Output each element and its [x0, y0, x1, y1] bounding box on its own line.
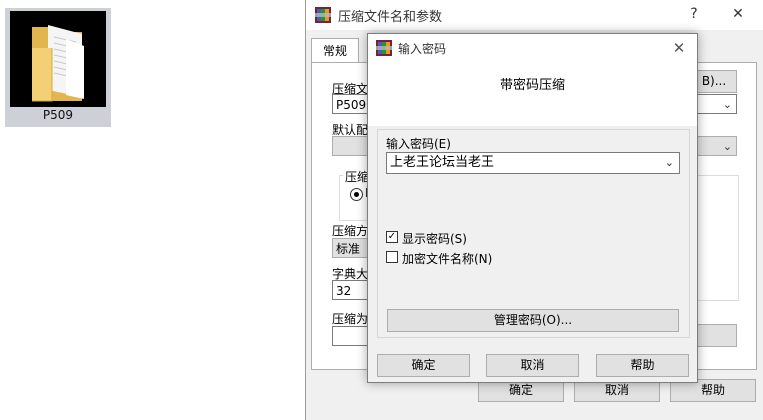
show-password-label: 显示密码(S) [402, 232, 467, 246]
split-volumes-label: 压缩为 [332, 312, 369, 326]
chevron-down-icon: ⌄ [722, 140, 732, 153]
tab-general[interactable]: 常规 [311, 38, 359, 63]
main-close-button[interactable]: ✕ [725, 3, 751, 25]
password-titlebar: 输入密码 ✕ [368, 34, 697, 62]
compression-method-dropdown[interactable]: 标准 [332, 238, 368, 258]
desktop-folder-item[interactable]: P509 [5, 8, 111, 127]
encrypt-names-checkbox[interactable] [386, 251, 398, 263]
chevron-down-icon[interactable]: ⌄ [665, 153, 674, 173]
split-volumes-input[interactable] [332, 326, 368, 346]
enter-password-dialog: 输入密码 ✕ 带密码压缩 输入密码(E) 上老王论坛当老王 ⌄ ✓ 显示密码(S… [367, 33, 698, 383]
password-dialog-title: 输入密码 [398, 42, 447, 56]
password-help-button[interactable]: 帮助 [596, 354, 689, 377]
file-name-label: P509 [42, 108, 74, 122]
folder-icon [32, 25, 84, 102]
password-header-panel: 带密码压缩 [368, 62, 697, 126]
chevron-down-icon: ⌄ [722, 98, 732, 111]
password-value: 上老王论坛当老王 [390, 155, 495, 170]
dictionary-size-dropdown[interactable]: 32 [332, 280, 368, 300]
encrypt-names-label: 加密文件名称(N) [402, 252, 493, 266]
help-titlebar-button[interactable]: ? [681, 3, 707, 25]
options-group-right [691, 175, 739, 301]
folder-thumbnail [10, 11, 106, 107]
winrar-icon [376, 40, 392, 56]
compression-method-label: 压缩方 [332, 224, 369, 238]
password-close-button[interactable]: ✕ [667, 37, 691, 59]
profile-dropdown[interactable] [332, 136, 368, 156]
format-radio-rar[interactable] [350, 188, 363, 201]
show-password-checkbox[interactable]: ✓ [386, 231, 398, 243]
password-heading: 带密码压缩 [499, 78, 565, 93]
password-ok-button[interactable]: 确定 [377, 354, 470, 377]
main-titlebar: 压缩文件名和参数 ? ✕ [306, 0, 763, 30]
winrar-icon [315, 7, 331, 23]
enter-password-label: 输入密码(E) [386, 137, 451, 151]
main-dialog-title: 压缩文件名和参数 [338, 10, 443, 25]
manage-passwords-button[interactable]: 管理密码(O)... [387, 309, 679, 332]
password-cancel-button[interactable]: 取消 [486, 354, 579, 377]
password-input[interactable]: 上老王论坛当老王 ⌄ [386, 152, 680, 174]
